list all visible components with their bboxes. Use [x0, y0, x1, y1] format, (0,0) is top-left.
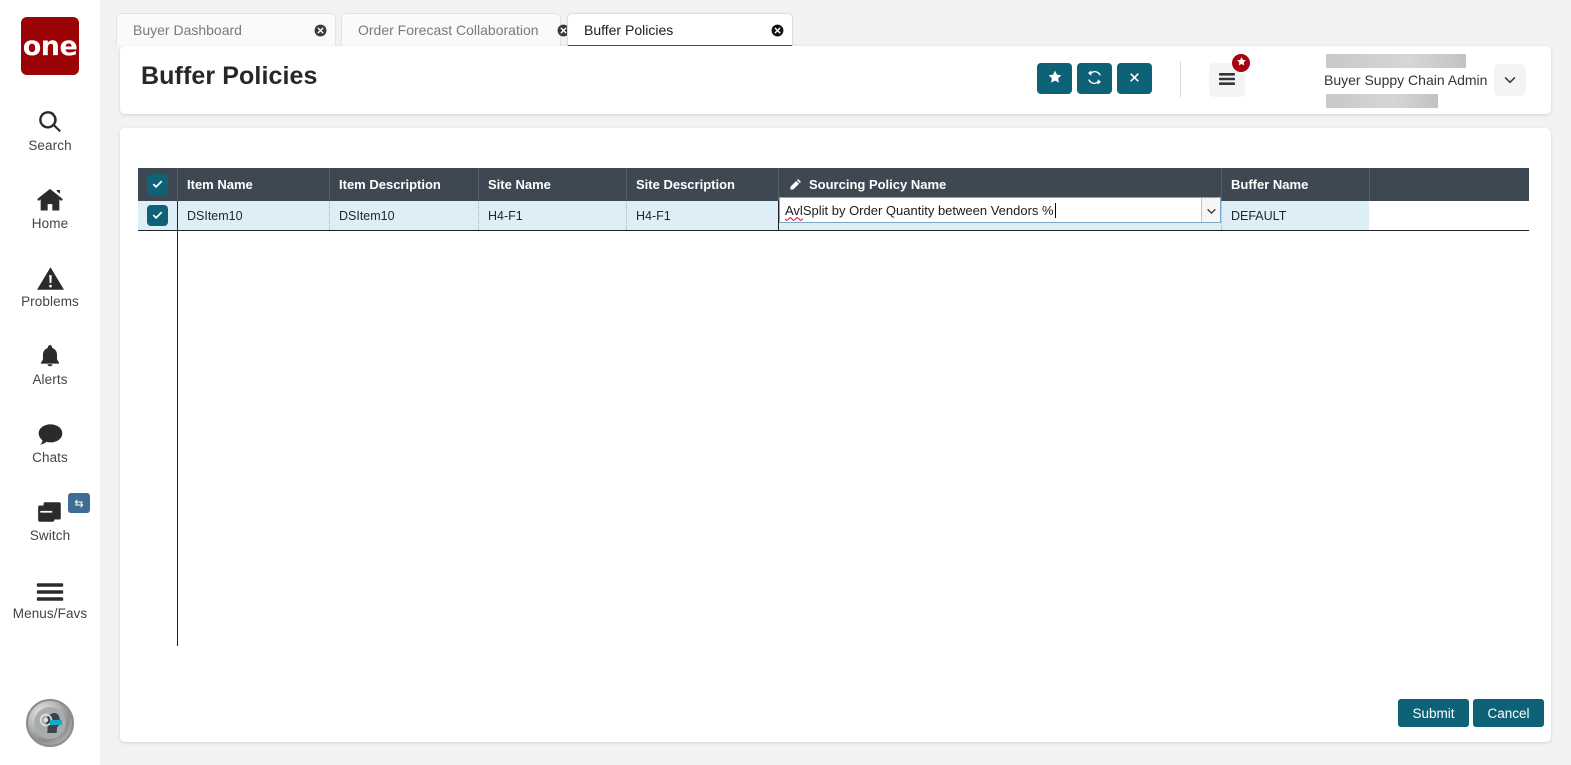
page-header-card: Buffer Policies Buyer Suppy Chain Admin	[120, 46, 1551, 114]
cell-spacer	[1369, 201, 1529, 230]
swap-arrows-icon[interactable]: ⇆	[68, 493, 90, 513]
checkbox-checked-icon	[147, 174, 168, 195]
column-header-label: Buffer Name	[1231, 177, 1309, 192]
brand-logo-text: one	[22, 30, 78, 62]
star-icon	[1236, 56, 1247, 70]
cell-value: DEFAULT	[1231, 208, 1287, 223]
warning-triangle-icon	[36, 257, 64, 291]
favorite-button[interactable]	[1037, 63, 1072, 94]
sidebar-item-label: Menus/Favs	[12, 606, 88, 621]
tab-label: Buyer Dashboard	[133, 22, 242, 38]
user-menu-button[interactable]	[1494, 64, 1526, 96]
sidebar-item-label: Chats	[32, 450, 68, 465]
user-identity-block[interactable]: Buyer Suppy Chain Admin	[1320, 50, 1500, 110]
hamburger-icon	[1218, 72, 1236, 89]
search-icon	[37, 101, 63, 135]
tab-buyer-dashboard[interactable]: Buyer Dashboard	[116, 13, 336, 46]
grid-left-rule	[177, 201, 178, 646]
select-all-checkbox[interactable]	[138, 168, 177, 201]
avatar[interactable]	[26, 699, 74, 747]
column-header-buffer-name[interactable]: Buffer Name	[1221, 168, 1369, 201]
chevron-down-icon	[1503, 72, 1517, 89]
close-icon[interactable]	[539, 24, 570, 37]
chat-bubble-icon	[37, 413, 64, 447]
status-badge	[1231, 53, 1251, 73]
user-role-label: Buyer Suppy Chain Admin	[1324, 72, 1488, 88]
sidebar-item-label: Search	[28, 138, 72, 153]
sourcing-policy-input[interactable]: Avl Split by Order Quantity between Vend…	[780, 198, 1201, 222]
tab-label: Buffer Policies	[584, 22, 674, 38]
sidebar-item-label: Switch	[29, 528, 71, 543]
chevron-down-icon[interactable]	[1201, 198, 1220, 222]
x-icon	[1127, 70, 1142, 88]
column-header-spacer	[1369, 168, 1529, 201]
buffer-policies-grid: Item Name Item Description Site Name Sit…	[138, 168, 1529, 646]
brand-logo[interactable]: one	[21, 17, 79, 75]
redacted-bar	[1326, 94, 1438, 108]
column-header-label: Site Description	[636, 177, 735, 192]
page-title: Buffer Policies	[141, 62, 318, 90]
column-header-label: Item Name	[187, 177, 253, 192]
star-icon	[1047, 69, 1063, 88]
cell-site-name[interactable]: H4-F1	[478, 201, 626, 230]
refresh-button[interactable]	[1077, 63, 1112, 94]
column-header-label: Sourcing Policy Name	[809, 177, 947, 192]
checkbox-checked-icon	[147, 205, 168, 226]
table-row[interactable]: DSItem10 DSItem10 H4-F1 H4-F1 Avl Split …	[138, 197, 1529, 231]
submit-button[interactable]: Submit	[1398, 699, 1469, 727]
refresh-icon	[1086, 69, 1103, 89]
text-caret	[1054, 202, 1056, 218]
header-divider	[1180, 61, 1181, 97]
cell-site-description[interactable]: H4-F1	[626, 201, 778, 230]
close-icon[interactable]	[753, 24, 784, 37]
sourcing-policy-input-rest: Split by Order Quantity between Vendors …	[802, 202, 1054, 218]
hamburger-icon	[35, 569, 65, 603]
row-select-checkbox[interactable]	[138, 201, 177, 230]
close-icon[interactable]	[296, 24, 327, 37]
tab-order-forecast-collaboration[interactable]: Order Forecast Collaboration	[341, 13, 569, 46]
cell-item-name[interactable]: DSItem10	[177, 201, 329, 230]
sidebar-item-search[interactable]: Search	[0, 101, 100, 153]
bell-icon	[37, 335, 63, 369]
cell-item-description[interactable]: DSItem10	[329, 201, 478, 230]
sidebar-item-chats[interactable]: Chats	[0, 413, 100, 465]
cell-value: DSItem10	[339, 208, 395, 223]
sidebar-item-problems[interactable]: Problems	[0, 257, 100, 309]
cell-value: H4-F1	[488, 208, 523, 223]
tab-bar: Buyer Dashboard Order Forecast Collabora…	[100, 0, 1571, 47]
close-button[interactable]	[1117, 63, 1152, 94]
sidebar-item-label: Alerts	[32, 372, 68, 387]
left-nav-rail: one Search Home Problems Alerts Chats ⇆ …	[0, 0, 100, 765]
cell-sourcing-policy-name[interactable]: Avl Split by Order Quantity between Vend…	[778, 197, 1221, 230]
cell-value: H4-F1	[636, 208, 671, 223]
column-header-site-description[interactable]: Site Description	[626, 168, 778, 201]
sidebar-item-alerts[interactable]: Alerts	[0, 335, 100, 387]
sidebar-item-label: Problems	[21, 294, 79, 309]
switch-windows-icon	[36, 491, 64, 525]
column-header-label: Site Name	[488, 177, 551, 192]
home-icon	[36, 179, 64, 213]
column-header-site-name[interactable]: Site Name	[478, 168, 626, 201]
column-header-item-name[interactable]: Item Name	[177, 168, 329, 201]
cell-value: DSItem10	[187, 208, 243, 223]
misspelled-word: Avl	[785, 202, 803, 218]
redacted-bar	[1326, 54, 1466, 68]
cell-buffer-name[interactable]: DEFAULT	[1221, 201, 1369, 230]
sourcing-policy-combobox[interactable]: Avl Split by Order Quantity between Vend…	[779, 197, 1221, 223]
tab-buffer-policies[interactable]: Buffer Policies	[567, 13, 793, 47]
column-header-label: Item Description	[339, 177, 441, 192]
sidebar-item-switch[interactable]: ⇆ Switch	[0, 491, 100, 543]
column-header-item-description[interactable]: Item Description	[329, 168, 478, 201]
edit-pencil-icon	[788, 178, 802, 192]
sidebar-item-home[interactable]: Home	[0, 179, 100, 231]
sidebar-item-label: Home	[31, 216, 69, 231]
cancel-button[interactable]: Cancel	[1473, 699, 1544, 727]
main-content-card: Item Name Item Description Site Name Sit…	[120, 128, 1551, 742]
tab-label: Order Forecast Collaboration	[358, 22, 539, 38]
sidebar-item-menus-favs[interactable]: Menus/Favs	[0, 569, 100, 621]
